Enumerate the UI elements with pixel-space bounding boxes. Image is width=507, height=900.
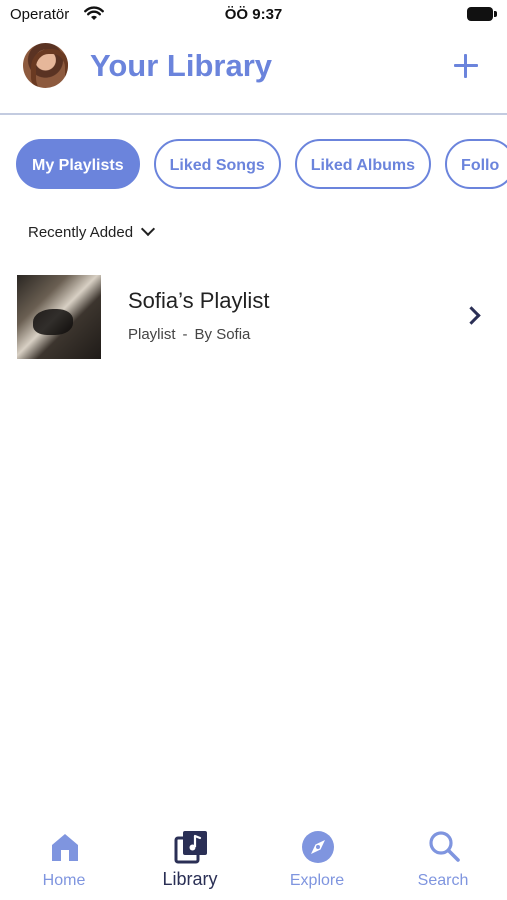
- battery-icon: [467, 7, 497, 21]
- status-bar: Operatör ÖÖ 9:37: [0, 0, 507, 30]
- playlist-meta: Playlist - By Sofia: [128, 326, 250, 343]
- chevron-right-icon: [462, 306, 481, 325]
- filter-chips: My Playlists Liked Songs Liked Albums Follo: [16, 139, 507, 193]
- filter-chip-my-playlists[interactable]: My Playlists: [16, 139, 140, 189]
- tab-library[interactable]: Library: [130, 820, 250, 900]
- filter-chip-liked-albums[interactable]: Liked Albums: [294, 139, 432, 189]
- sort-label: Recently Added: [28, 224, 134, 241]
- avatar[interactable]: [23, 43, 68, 88]
- playlist-cover: [17, 275, 101, 359]
- compass-icon: [302, 831, 334, 863]
- header-divider: [0, 113, 507, 115]
- tab-explore-label: Explore: [289, 872, 345, 889]
- search-icon: [429, 831, 460, 862]
- tab-library-label: Library: [162, 869, 218, 889]
- tab-bar: Home Library Explore Search: [0, 820, 507, 900]
- library-icon: [174, 831, 207, 864]
- playlist-row[interactable]: Sofia’s Playlist Playlist - By Sofia: [17, 275, 491, 360]
- clock: ÖÖ 9:37: [224, 6, 283, 23]
- tab-home[interactable]: Home: [4, 820, 124, 900]
- filter-chip-liked-songs[interactable]: Liked Songs: [153, 139, 281, 189]
- page-title: Your Library: [90, 48, 273, 83]
- tab-explore[interactable]: Explore: [257, 820, 377, 900]
- library-header: Your Library: [0, 38, 507, 102]
- playlist-name: Sofia’s Playlist: [128, 288, 270, 313]
- sort-dropdown[interactable]: Recently Added: [28, 221, 156, 241]
- tab-search[interactable]: Search: [383, 820, 503, 900]
- playlist-meta-separator: -: [182, 326, 188, 343]
- playlist-type: Playlist: [128, 326, 176, 343]
- chevron-down-icon: [141, 221, 156, 237]
- tab-search-label: Search: [417, 872, 469, 889]
- home-icon: [52, 834, 78, 861]
- playlist-owner: By Sofia: [194, 326, 251, 343]
- add-playlist-button[interactable]: [452, 52, 480, 80]
- filter-chip-following[interactable]: Follo: [445, 139, 507, 189]
- tab-home-label: Home: [42, 872, 86, 889]
